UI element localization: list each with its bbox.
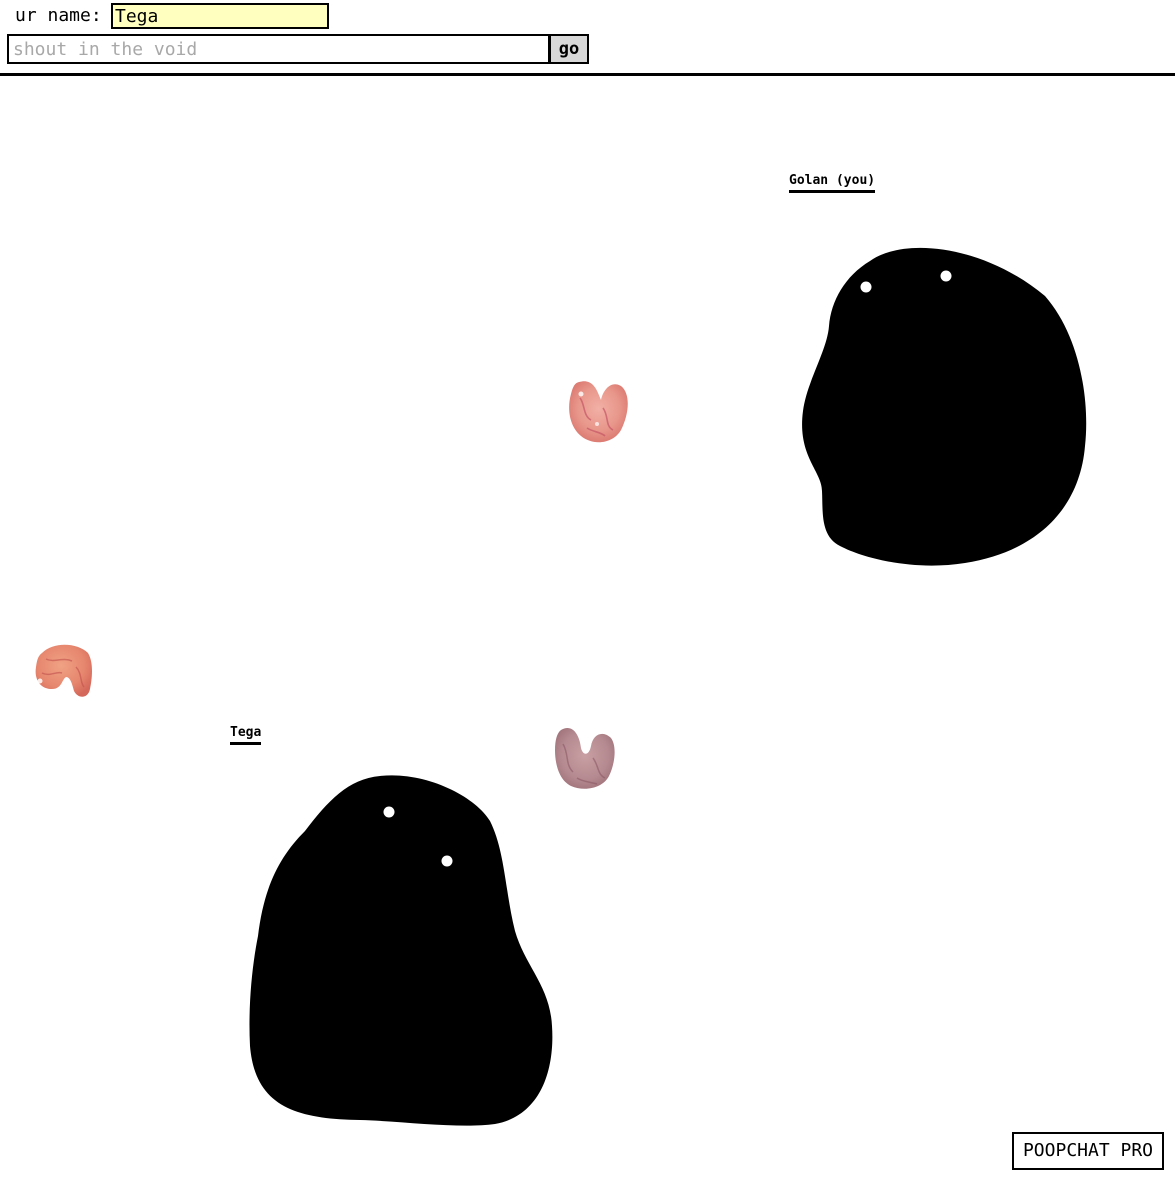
pink-treat-icon[interactable]: [565, 378, 631, 448]
eye-icon: [860, 281, 872, 293]
eye-icon: [383, 806, 395, 818]
playfield[interactable]: [0, 76, 1175, 1183]
control-bar: ur name: go: [0, 0, 1175, 76]
blob-avatar-icon: [249, 775, 553, 1126]
eye-icon: [441, 855, 453, 867]
player-label-tega: Tega: [230, 725, 262, 745]
name-input[interactable]: [111, 3, 329, 29]
pink-treat-icon[interactable]: [32, 643, 94, 701]
go-button[interactable]: go: [549, 34, 589, 64]
message-input[interactable]: [7, 34, 550, 64]
eye-icon: [940, 270, 952, 282]
pink-treat-icon[interactable]: [553, 724, 617, 792]
name-label: ur name:: [15, 5, 102, 26]
player-label-golan: Golan (you): [789, 173, 876, 193]
blob-avatar-icon: [802, 247, 1087, 566]
brand-badge: POOPCHAT PRO: [1012, 1132, 1164, 1170]
